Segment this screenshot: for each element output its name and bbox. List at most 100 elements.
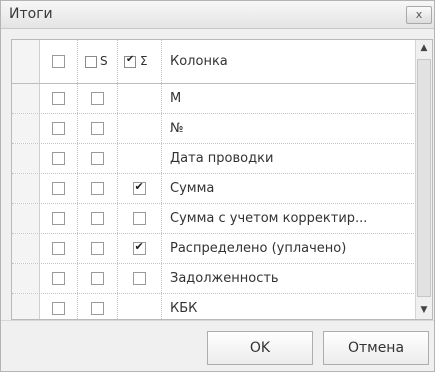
table-row[interactable]: Сумма с учетом корректир... bbox=[12, 204, 416, 234]
row-indicator[interactable] bbox=[12, 264, 40, 293]
vertical-scrollbar[interactable]: ▲ ▼ bbox=[415, 40, 432, 319]
select-checkbox[interactable] bbox=[51, 211, 65, 225]
s-checkbox[interactable] bbox=[90, 241, 104, 255]
column-name: Сумма с учетом корректир... bbox=[170, 210, 368, 226]
column-name-cell: М bbox=[162, 84, 416, 113]
scroll-down-button[interactable]: ▼ bbox=[416, 302, 432, 319]
sum-cell bbox=[118, 84, 162, 113]
header-s-label: S bbox=[100, 53, 108, 68]
sum-checkbox[interactable] bbox=[132, 271, 146, 285]
s-cell bbox=[78, 264, 118, 293]
table-row[interactable]: М bbox=[12, 84, 416, 114]
header-checkbox[interactable] bbox=[51, 54, 65, 68]
select-checkbox[interactable] bbox=[51, 181, 65, 195]
sum-checkbox[interactable] bbox=[132, 211, 146, 225]
s-checkbox[interactable] bbox=[90, 211, 104, 225]
table-row[interactable]: Сумма bbox=[12, 174, 416, 204]
scroll-up-button[interactable]: ▲ bbox=[416, 40, 432, 57]
scroll-thumb[interactable] bbox=[417, 59, 431, 297]
select-cell bbox=[40, 204, 78, 233]
s-checkbox[interactable] bbox=[90, 271, 104, 285]
column-name-cell: Распределено (уплачено) bbox=[162, 234, 416, 263]
sum-cell bbox=[118, 294, 162, 319]
select-cell bbox=[40, 114, 78, 143]
column-name: Задолженность bbox=[170, 270, 279, 286]
header-sum-label-group: Σ bbox=[124, 54, 158, 70]
s-cell bbox=[78, 294, 118, 319]
s-checkbox[interactable] bbox=[90, 91, 104, 105]
ok-button[interactable]: OK bbox=[207, 331, 313, 365]
grid-header: S Σ Колонка bbox=[12, 40, 416, 84]
sum-checkbox[interactable] bbox=[132, 180, 146, 195]
column-name-cell: Задолженность bbox=[162, 264, 416, 293]
column-name: Распределено (уплачено) bbox=[170, 240, 347, 256]
select-cell bbox=[40, 264, 78, 293]
select-cell bbox=[40, 174, 78, 203]
select-cell bbox=[40, 294, 78, 319]
header-sum-column[interactable]: Σ bbox=[118, 40, 162, 83]
column-name-cell: Дата проводки bbox=[162, 144, 416, 173]
select-checkbox[interactable] bbox=[51, 241, 65, 255]
header-s-checkbox[interactable] bbox=[85, 55, 97, 68]
close-button[interactable]: x bbox=[406, 6, 432, 24]
s-cell bbox=[78, 234, 118, 263]
table-row[interactable]: Задолженность bbox=[12, 264, 416, 294]
column-name-cell: КБК bbox=[162, 294, 416, 319]
select-cell bbox=[40, 234, 78, 263]
row-indicator[interactable] bbox=[12, 174, 40, 203]
header-name-column[interactable]: Колонка bbox=[162, 40, 416, 83]
s-checkbox[interactable] bbox=[90, 181, 104, 195]
s-checkbox[interactable] bbox=[90, 151, 104, 165]
row-indicator-header bbox=[12, 40, 40, 83]
column-name-cell: № bbox=[162, 114, 416, 143]
columns-grid: S Σ Колонка М № Дата проводки Сумма Сумма с … bbox=[11, 39, 433, 320]
row-indicator[interactable] bbox=[12, 114, 40, 143]
column-name: Сумма bbox=[170, 180, 215, 196]
header-s-label-group: S bbox=[85, 54, 117, 70]
select-cell bbox=[40, 144, 78, 173]
column-name: Дата проводки bbox=[170, 150, 274, 166]
table-row[interactable]: Дата проводки bbox=[12, 144, 416, 174]
dialog-title: Итоги bbox=[9, 6, 53, 22]
sum-cell bbox=[118, 174, 162, 203]
select-checkbox[interactable] bbox=[51, 121, 65, 135]
select-checkbox[interactable] bbox=[51, 271, 65, 285]
s-checkbox[interactable] bbox=[90, 301, 104, 315]
select-checkbox[interactable] bbox=[51, 301, 65, 315]
select-checkbox[interactable] bbox=[51, 91, 65, 105]
header-select-all[interactable] bbox=[40, 40, 78, 83]
table-row[interactable]: № bbox=[12, 114, 416, 144]
column-name: № bbox=[170, 120, 184, 136]
row-indicator[interactable] bbox=[12, 84, 40, 113]
table-row[interactable]: Распределено (уплачено) bbox=[12, 234, 416, 264]
sum-cell bbox=[118, 204, 162, 233]
close-icon: x bbox=[415, 8, 423, 21]
s-cell bbox=[78, 144, 118, 173]
select-cell bbox=[40, 84, 78, 113]
header-name-label: Колонка bbox=[170, 53, 228, 69]
column-name-cell: Сумма bbox=[162, 174, 416, 203]
column-name: КБК bbox=[170, 300, 198, 316]
row-indicator[interactable] bbox=[12, 294, 40, 319]
sum-cell bbox=[118, 234, 162, 263]
column-name: М bbox=[170, 90, 182, 106]
s-cell bbox=[78, 174, 118, 203]
totals-dialog: Итоги x S Σ bbox=[0, 0, 435, 372]
header-sum-checkbox[interactable] bbox=[124, 54, 136, 68]
sum-cell bbox=[118, 264, 162, 293]
arrow-down-icon: ▼ bbox=[420, 305, 428, 315]
s-checkbox[interactable] bbox=[90, 121, 104, 135]
table-row[interactable]: КБК bbox=[12, 294, 416, 319]
s-cell bbox=[78, 114, 118, 143]
cancel-button[interactable]: Отмена bbox=[323, 331, 429, 365]
row-indicator[interactable] bbox=[12, 204, 40, 233]
select-checkbox[interactable] bbox=[51, 151, 65, 165]
grid-body: S Σ Колонка М № Дата проводки Сумма Сумма с … bbox=[12, 40, 416, 319]
sum-cell bbox=[118, 114, 162, 143]
sum-cell bbox=[118, 144, 162, 173]
row-indicator[interactable] bbox=[12, 234, 40, 263]
row-indicator[interactable] bbox=[12, 144, 40, 173]
header-s-column[interactable]: S bbox=[78, 40, 118, 83]
sum-checkbox[interactable] bbox=[132, 240, 146, 255]
column-name-cell: Сумма с учетом корректир... bbox=[162, 204, 416, 233]
